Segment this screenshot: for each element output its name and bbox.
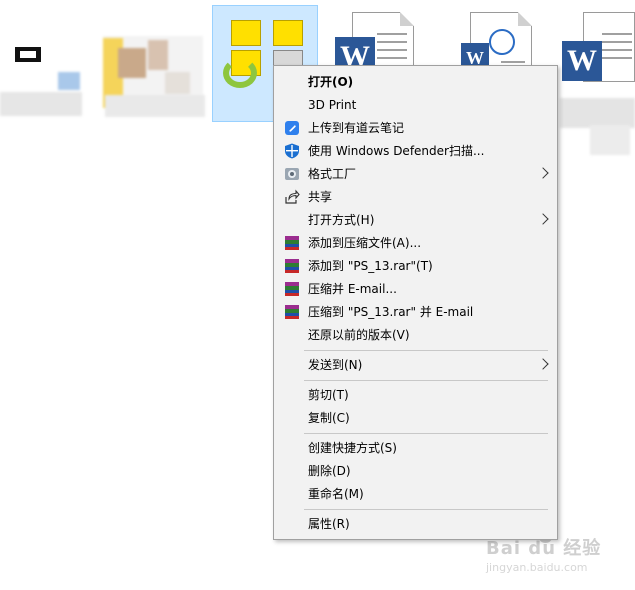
menu-item-label: 添加到压缩文件(A)... [308,236,422,250]
menu-item-label: 复制(C) [308,411,350,425]
menu-item-label: 发送到(N) [308,358,363,372]
menu-item-label: 共享 [308,190,333,204]
menu-item-label: 压缩并 E-mail... [308,282,397,296]
menu-item-youdao-upload[interactable]: 上传到有道云笔记 [274,117,557,140]
menu-item-label: 重命名(M) [308,487,364,501]
windows-defender-shield-icon [284,143,300,159]
menu-item-label: 3D Print [308,98,357,112]
menu-item-label: 打开(O) [308,75,354,89]
menu-item-compress-email[interactable]: 压缩并 E-mail... [274,278,557,301]
menu-item-label: 删除(D) [308,464,351,478]
menu-separator [304,350,548,351]
globe-icon [489,29,515,55]
menu-item-label: 创建快捷方式(S) [308,441,397,455]
menu-separator [304,433,548,434]
format-factory-icon [284,166,300,182]
winrar-icon [284,235,300,251]
menu-item-restore-versions[interactable]: 还原以前的版本(V) [274,324,557,347]
menu-item-label: 添加到 "PS_13.rar"(T) [308,259,433,273]
youdao-cloud-note-icon [284,120,300,136]
menu-separator [304,509,548,510]
menu-item-properties[interactable]: 属性(R) [274,513,557,536]
desktop: W W W Bai du 经验 jingyan.baidu.com 打开(O) … [0,0,635,590]
menu-item-label: 剪切(T) [308,388,349,402]
menu-item-open-with[interactable]: 打开方式(H) [274,209,557,232]
menu-item-label: 属性(R) [308,517,350,531]
winrar-icon [284,281,300,297]
context-menu: 打开(O) 3D Print 上传到有道云笔记 使用 Windows Defen… [273,65,558,540]
word-document-icon[interactable]: W [562,12,635,82]
menu-item-label: 使用 Windows Defender扫描... [308,144,485,158]
word-badge: W [562,41,602,81]
winrar-icon [284,304,300,320]
menu-item-create-shortcut[interactable]: 创建快捷方式(S) [274,437,557,460]
recycle-arrow-icon [223,58,257,88]
menu-item-copy[interactable]: 复制(C) [274,407,557,430]
menu-item-rename[interactable]: 重命名(M) [274,483,557,506]
shortcut-icon[interactable] [15,47,41,62]
menu-item-add-to-rar[interactable]: 添加到 "PS_13.rar"(T) [274,255,557,278]
menu-separator [304,380,548,381]
menu-item-share[interactable]: 共享 [274,186,557,209]
menu-item-label: 打开方式(H) [308,213,375,227]
menu-item-format-factory[interactable]: 格式工厂 [274,163,557,186]
menu-item-send-to[interactable]: 发送到(N) [274,354,557,377]
menu-item-cut[interactable]: 剪切(T) [274,384,557,407]
menu-item-3d-print[interactable]: 3D Print [274,94,557,117]
watermark-url: jingyan.baidu.com [486,561,588,574]
submenu-arrow-icon [537,358,549,370]
menu-item-delete[interactable]: 删除(D) [274,460,557,483]
menu-item-open[interactable]: 打开(O) [274,71,557,94]
menu-item-label: 还原以前的版本(V) [308,328,410,342]
share-icon [284,189,300,205]
submenu-arrow-icon [537,167,549,179]
menu-item-label: 格式工厂 [308,167,357,181]
menu-item-add-to-archive[interactable]: 添加到压缩文件(A)... [274,232,557,255]
submenu-arrow-icon [537,213,549,225]
winrar-icon [284,258,300,274]
menu-item-compress-rar-email[interactable]: 压缩到 "PS_13.rar" 并 E-mail [274,301,557,324]
menu-item-label: 压缩到 "PS_13.rar" 并 E-mail [308,305,474,319]
menu-item-defender-scan[interactable]: 使用 Windows Defender扫描... [274,140,557,163]
menu-item-label: 上传到有道云笔记 [308,121,405,135]
